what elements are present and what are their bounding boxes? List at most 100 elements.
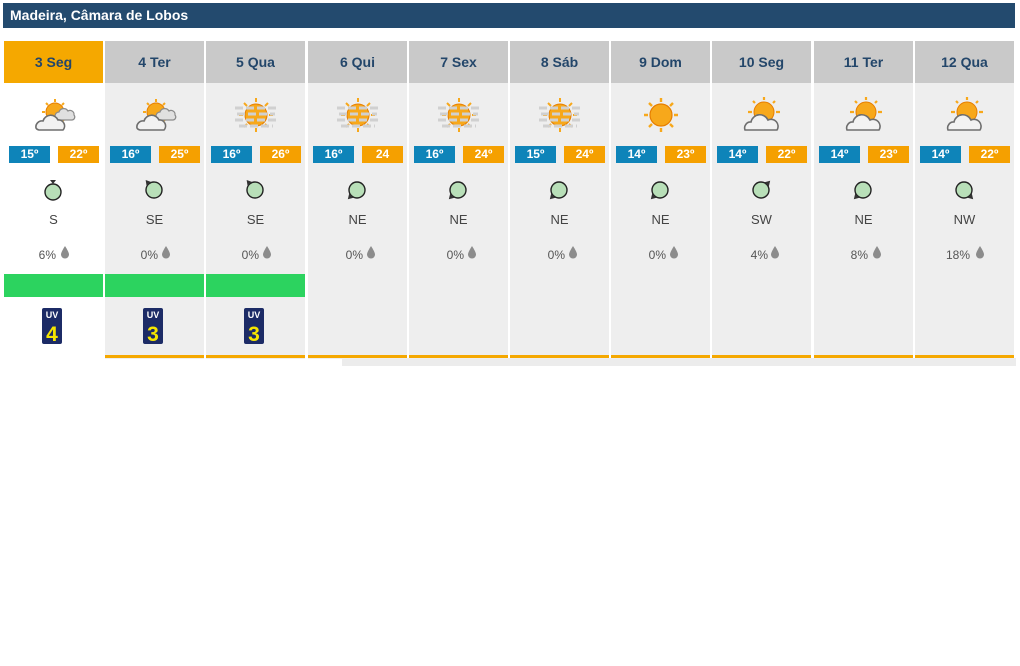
wind-arrow-icon <box>650 181 669 200</box>
temperature-pair: 16º 24º <box>414 146 504 163</box>
day-column-8-sab[interactable]: 8 Sáb 15º 24º NE 0% <box>510 41 609 359</box>
min-temp: 14º <box>819 146 860 163</box>
min-temp: 14º <box>616 146 657 163</box>
wind-arrow-icon <box>549 181 568 200</box>
uv-index-icon: UV 4 <box>42 308 62 344</box>
day-column-11-ter[interactable]: 11 Ter 14º 23º NE 8% <box>814 41 913 359</box>
wind-arrow-icon <box>853 181 872 200</box>
max-temp: 23º <box>665 146 706 163</box>
day-header[interactable]: 11 Ter <box>814 41 913 83</box>
rain-probability: 6% <box>4 245 103 265</box>
wind-direction: NE <box>550 212 569 227</box>
raindrop-icon <box>670 246 678 259</box>
sun-icon <box>644 98 678 132</box>
min-temp: 16º <box>313 146 354 163</box>
min-temp: 16º <box>110 146 151 163</box>
rain-probability: 8% <box>814 245 913 265</box>
svg-text:UV: UV <box>147 310 160 320</box>
day-header[interactable]: 9 Dom <box>611 41 710 83</box>
status-green-bar <box>206 274 305 297</box>
wind-direction: NE <box>651 212 670 227</box>
temperature-pair: 14º 23º <box>616 146 706 163</box>
rain-value: 4% <box>750 248 768 262</box>
rain-value: 0% <box>345 248 363 262</box>
raindrop-icon <box>162 246 170 259</box>
sun-cloud-partly-cloudy-icon <box>136 99 177 131</box>
svg-text:UV: UV <box>248 310 261 320</box>
max-temp: 23º <box>868 146 909 163</box>
hazy-sun-icon <box>539 98 581 132</box>
rain-probability: 0% <box>105 245 204 265</box>
max-temp: 25º <box>159 146 200 163</box>
day-header[interactable]: 3 Seg <box>4 41 103 83</box>
wind-direction: S <box>49 212 58 227</box>
rain-probability: 0% <box>611 245 710 265</box>
temperature-pair: 15º 24º <box>515 146 605 163</box>
temperature-pair: 14º 23º <box>819 146 909 163</box>
temperature-pair: 14º 22º <box>920 146 1010 163</box>
temperature-pair: 15º 22º <box>9 146 99 163</box>
max-temp: 24 <box>362 146 403 163</box>
sun-behind-cloud-icon <box>946 97 983 131</box>
max-temp: 26º <box>260 146 301 163</box>
day-underline <box>308 355 407 358</box>
day-column-4-ter[interactable]: 4 Ter 16º 25º SE 0% UV 3 <box>105 41 204 359</box>
rain-value: 0% <box>446 248 464 262</box>
sun-behind-cloud-icon <box>743 97 780 131</box>
day-header[interactable]: 8 Sáb <box>510 41 609 83</box>
raindrop-icon <box>569 246 577 259</box>
day-column-7-sex[interactable]: 7 Sex 16º 24º NE 0% <box>409 41 508 359</box>
day-header[interactable]: 6 Qui <box>308 41 407 83</box>
day-column-5-qua[interactable]: 5 Qua 16º 26º SE 0% UV 3 <box>206 41 305 359</box>
day-header[interactable]: 7 Sex <box>409 41 508 83</box>
rain-probability: 0% <box>510 245 609 265</box>
raindrop-icon <box>771 246 779 259</box>
day-header[interactable]: 5 Qua <box>206 41 305 83</box>
day-underline <box>510 355 609 358</box>
wind-direction: NW <box>953 212 976 227</box>
rain-probability: 0% <box>308 245 407 265</box>
temperature-pair: 16º 25º <box>110 146 200 163</box>
wind-arrow-icon <box>44 180 62 201</box>
wind-direction: NE <box>854 212 873 227</box>
min-temp: 15º <box>515 146 556 163</box>
temperature-pair: 14º 22º <box>717 146 807 163</box>
uv-index-icon: UV 3 <box>143 308 163 344</box>
wind-direction: SE <box>145 212 164 227</box>
day-header[interactable]: 12 Qua <box>915 41 1014 83</box>
location-title: Madeira, Câmara de Lobos <box>3 3 1015 28</box>
wind-arrow-icon <box>752 180 771 199</box>
day-underline <box>814 355 913 358</box>
day-column-10-seg[interactable]: 10 Seg 14º 22º SW 4% <box>712 41 811 359</box>
rain-probability: 4% <box>712 245 811 265</box>
day-column-12-qua[interactable]: 12 Qua 14º 22º NW 18% <box>915 41 1014 359</box>
max-temp: 22º <box>766 146 807 163</box>
day-column-9-dom[interactable]: 9 Dom 14º 23º NE 0% <box>611 41 710 359</box>
day-underline <box>105 355 204 358</box>
raindrop-icon <box>61 246 69 259</box>
max-temp: 24º <box>564 146 605 163</box>
max-temp: 22º <box>969 146 1010 163</box>
rain-value: 8% <box>850 248 868 262</box>
wind-arrow-icon <box>448 181 467 200</box>
day-underline <box>611 355 710 358</box>
wind-direction: SW <box>751 212 772 227</box>
day-header[interactable]: 4 Ter <box>105 41 204 83</box>
rain-probability: 18% <box>915 245 1014 265</box>
hazy-sun-icon <box>235 98 277 132</box>
day-header[interactable]: 10 Seg <box>712 41 811 83</box>
day-underline <box>915 355 1014 358</box>
rain-value: 0% <box>547 248 565 262</box>
min-temp: 16º <box>414 146 455 163</box>
raindrop-icon <box>468 246 476 259</box>
day-underline <box>409 355 508 358</box>
temperature-pair: 16º 24 <box>313 146 403 163</box>
day-column-3-seg[interactable]: 3 Seg 15º 22º S 6% UV 4 <box>4 41 103 359</box>
wind-arrow-icon <box>347 181 366 200</box>
raindrop-icon <box>976 246 984 259</box>
rain-probability: 0% <box>409 245 508 265</box>
hazy-sun-icon <box>438 98 480 132</box>
uv-value: 3 <box>147 323 159 344</box>
rain-value: 18% <box>945 248 970 262</box>
day-column-6-qui[interactable]: 6 Qui 16º 24 NE 0% <box>308 41 407 359</box>
